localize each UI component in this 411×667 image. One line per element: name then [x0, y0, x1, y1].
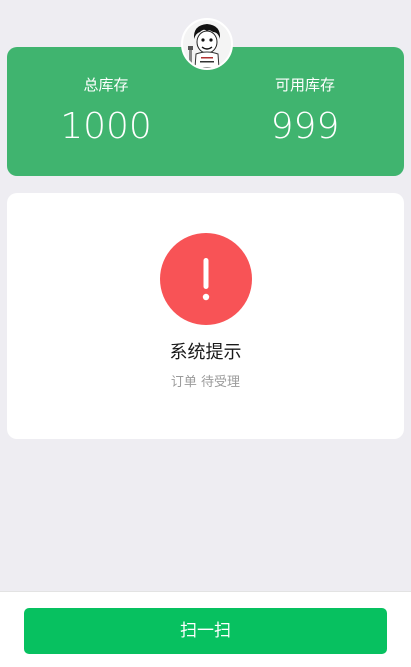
- total-stock-value: 1000: [60, 106, 152, 147]
- footer-bar: 扫一扫: [0, 591, 411, 667]
- message-description: 订单 待受理: [170, 375, 241, 390]
- available-stock-value: 999: [270, 106, 340, 147]
- page: 总库存 1000 可用库存 999 系统提示 订单 待受理 扫一扫: [0, 0, 411, 667]
- scan-button[interactable]: 扫一扫: [24, 608, 387, 654]
- warning-exclamation-icon: [160, 233, 252, 325]
- message-title: 系统提示: [169, 342, 242, 363]
- total-stock-label: 总库存: [83, 76, 129, 94]
- available-stock: 可用库存 999: [206, 47, 404, 176]
- system-message-card: 系统提示 订单 待受理: [7, 193, 404, 439]
- total-stock: 总库存 1000: [7, 47, 205, 176]
- avatar-meme-image: [183, 20, 231, 68]
- avatar[interactable]: [181, 18, 233, 70]
- available-stock-label: 可用库存: [274, 76, 335, 94]
